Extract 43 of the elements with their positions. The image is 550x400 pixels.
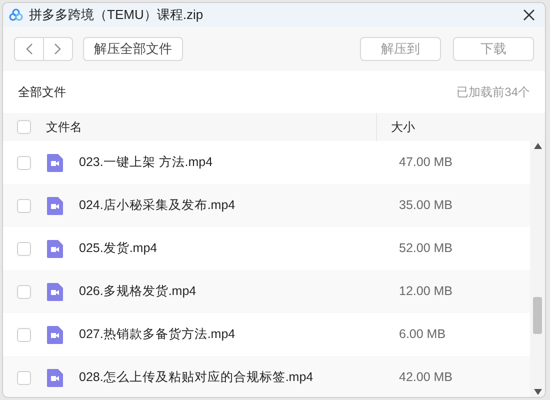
- breadcrumb[interactable]: 全部文件: [18, 83, 66, 101]
- checkbox[interactable]: [17, 370, 31, 384]
- file-row[interactable]: 024.店小秘采集及发布.mp4 35.00 MB: [3, 184, 530, 227]
- video-file-icon: [47, 154, 63, 172]
- file-row[interactable]: 026.多规格发货.mp4 12.00 MB: [3, 270, 530, 313]
- close-icon[interactable]: [523, 9, 535, 21]
- file-name: 024.店小秘采集及发布.mp4: [79, 197, 236, 214]
- video-file-icon: [47, 196, 63, 214]
- file-size: 35.00 MB: [399, 197, 453, 214]
- column-header: 文件名: [46, 119, 83, 136]
- file-row[interactable]: 028.怎么上传及粘贴对应的合规标签.mp4 42.00 MB: [3, 356, 530, 397]
- file-size: 6.00 MB: [399, 326, 446, 344]
- video-file-icon: [47, 368, 63, 386]
- extract-all-button[interactable]: 解压全部文件: [83, 37, 183, 61]
- checkbox[interactable]: [17, 242, 31, 256]
- scrollbar[interactable]: [530, 141, 545, 397]
- window-title: 拼多多跨境（TEMU）课程.zip: [29, 6, 204, 24]
- app-logo-icon: [9, 8, 23, 22]
- scrollbar-thumb[interactable]: [533, 297, 542, 334]
- file-name: 023.一键上架 方法.mp4: [79, 154, 214, 172]
- file-name: 025.发货.mp4: [79, 240, 158, 258]
- loaded-count: 已加载前34个: [456, 84, 530, 101]
- file-size: 52.00 MB: [399, 240, 453, 258]
- video-file-icon: [47, 240, 63, 258]
- chevron-left-icon: [25, 43, 33, 55]
- file-name: 027.热销款多备货方法.mp4: [79, 326, 236, 344]
- video-file-icon: [47, 326, 63, 344]
- scroll-down-icon[interactable]: [534, 389, 542, 395]
- checkbox[interactable]: [17, 120, 31, 134]
- chevron-right-icon: [54, 43, 62, 55]
- scroll-up-icon[interactable]: [534, 143, 542, 149]
- file-name: 028.怎么上传及粘贴对应的合规标签.mp4: [79, 369, 314, 386]
- checkbox[interactable]: [17, 198, 31, 212]
- checkbox[interactable]: [17, 328, 31, 342]
- forward-button[interactable]: [44, 37, 73, 61]
- file-size: 47.00 MB: [399, 154, 453, 172]
- checkbox[interactable]: [17, 284, 31, 298]
- file-name: 026.多规格发货.mp4: [79, 283, 198, 300]
- file-size: 12.00 MB: [399, 283, 453, 300]
- video-file-icon: [47, 282, 63, 300]
- file-size: 42.00 MB: [399, 369, 453, 386]
- checkbox[interactable]: [17, 156, 31, 170]
- back-button[interactable]: [14, 37, 44, 61]
